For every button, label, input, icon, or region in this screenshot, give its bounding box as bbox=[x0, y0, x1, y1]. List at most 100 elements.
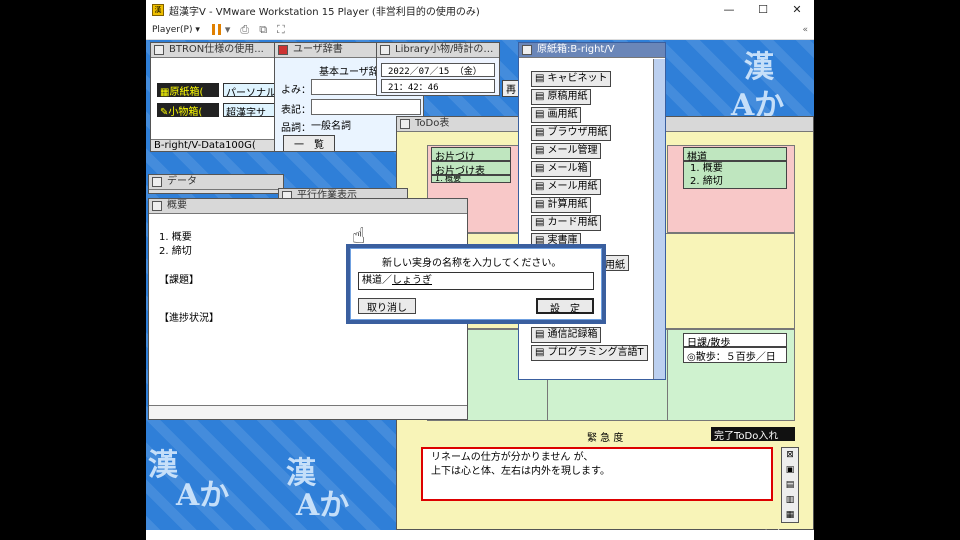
fullscreen-icon[interactable]: ⛶ bbox=[277, 23, 285, 37]
personal-button[interactable]: パーソナル bbox=[223, 83, 279, 97]
genshi-window-title[interactable]: 原紙箱:B-right/V bbox=[519, 43, 665, 58]
dictionary-heading: 基本ユーザ辞 bbox=[319, 67, 379, 78]
note-box[interactable]: リネームの仕方が分かりません が、 上下は心と体、左右は内外を現します。 bbox=[421, 447, 773, 501]
app-icon: 漢 bbox=[152, 4, 164, 16]
todo-icon bbox=[400, 119, 410, 129]
minimize-button[interactable]: — bbox=[712, 0, 746, 20]
clock-title[interactable]: Library小物/時計の… bbox=[377, 43, 499, 58]
genshi-item[interactable]: ▤ 原稿用紙 bbox=[531, 89, 592, 105]
chokanji-button[interactable]: 超漢字サ bbox=[223, 103, 279, 117]
btron-window[interactable]: BTRON仕様の使用... ▦原紙箱( ✎小物箱( パーソナル 超漢字サ B-r… bbox=[150, 42, 280, 152]
genshi-item-label: キャビネット bbox=[547, 73, 608, 84]
genshi-item-label: カード用紙 bbox=[547, 217, 598, 228]
genshi-item[interactable]: ▤ プログラミング言語T bbox=[531, 345, 648, 361]
pause-icon[interactable] bbox=[211, 24, 221, 35]
tool-icon[interactable]: ▣ bbox=[782, 463, 798, 478]
daily-item[interactable]: ◎散歩：５百歩／日 bbox=[683, 347, 787, 363]
hyouki-input[interactable] bbox=[311, 99, 421, 115]
daily-title[interactable]: 日課/散歩 bbox=[683, 333, 787, 349]
genshi-list: ▤ キャビネット ▤ 原稿用紙 ▤ 画用紙 ▤ ブラウザ用紙 ▤ メール管理 ▤ メール箱 ▤ メール用紙… bbox=[519, 59, 653, 379]
data-window-title[interactable]: データ bbox=[149, 175, 283, 190]
okatazuke-item: 1. 概要 bbox=[431, 175, 511, 183]
rename-dialog[interactable]: 新しい実身の名称を入力してください。 棋道／しょうぎ 取り消し 設 定 bbox=[346, 244, 606, 324]
ok-button[interactable]: 設 定 bbox=[536, 298, 594, 315]
tool-icon[interactable]: ▦ bbox=[782, 508, 798, 523]
genshi-item[interactable]: ▤ 通信記録箱 bbox=[531, 327, 602, 343]
tool-icon[interactable]: ▥ bbox=[782, 493, 798, 508]
drawing-paper-icon: ▤ bbox=[535, 109, 545, 120]
fit-window-icon[interactable]: ⧉ bbox=[259, 23, 267, 37]
genshi-item[interactable]: ▤ キャビネット bbox=[531, 71, 612, 87]
gaiyou-statusbar bbox=[149, 405, 467, 419]
genshi-box-item[interactable]: ▦原紙箱( bbox=[157, 83, 219, 98]
send-keys-icon[interactable]: ⎙ bbox=[240, 23, 249, 37]
programming-icon: ▤ bbox=[535, 347, 545, 358]
vmware-window: 漢 超漢字V - VMware Workstation 15 Player (非… bbox=[146, 0, 814, 540]
clock-readout: 21:42 bbox=[786, 530, 812, 540]
mail-paper-icon: ▤ bbox=[535, 181, 545, 192]
kidou-title[interactable]: 棋道 bbox=[683, 147, 787, 163]
genshi-item[interactable]: ▤ メール管理 bbox=[531, 143, 602, 159]
rename-input[interactable]: 棋道／しょうぎ bbox=[358, 272, 594, 290]
document-icon bbox=[152, 201, 162, 211]
genshi-item[interactable]: ▤ 計算用紙 bbox=[531, 197, 592, 213]
expand-arrow-icon[interactable]: « bbox=[802, 25, 808, 35]
maximize-button[interactable]: ☐ bbox=[746, 0, 780, 20]
okatazuke-box[interactable]: お片づけ bbox=[431, 147, 511, 163]
weekday: 金 bbox=[774, 530, 784, 540]
tool-icon[interactable]: ▤ bbox=[782, 478, 798, 493]
yomi-label: よみ： bbox=[281, 85, 311, 96]
gaiyou-line: 1. 概要 bbox=[159, 232, 192, 243]
genshi-item[interactable]: ▤ 画用紙 bbox=[531, 107, 582, 123]
genshi-item[interactable]: ▤ カード用紙 bbox=[531, 215, 602, 231]
date-field: 2022／07／15 （金） bbox=[381, 63, 495, 77]
genshi-item-label: ブラウザ用紙 bbox=[547, 127, 608, 138]
window-title: 超漢字V - VMware Workstation 15 Player (非営利… bbox=[169, 6, 480, 18]
grid-divider bbox=[667, 329, 668, 421]
window-icon bbox=[152, 177, 162, 187]
disk-label: B-right/V-Data100G( bbox=[151, 139, 279, 151]
genshi-item[interactable]: ▤ メール箱 bbox=[531, 161, 592, 177]
genshi-item-label: 通信記録箱 bbox=[547, 329, 598, 340]
section-heading: 【課題】 bbox=[159, 275, 199, 286]
ime-indicator[interactable]: Bあ bbox=[756, 530, 771, 540]
hinshi-label: 品詞： bbox=[281, 123, 311, 134]
list-button[interactable]: 一 覧 bbox=[283, 135, 335, 151]
genshi-item-label: メール箱 bbox=[547, 163, 588, 174]
gaiyou-line: 2. 締切 bbox=[159, 246, 192, 257]
gaiyou-window-title[interactable]: 概要 bbox=[149, 199, 467, 214]
rename-prompt: 新しい実身の名称を入力してください。 bbox=[382, 258, 562, 269]
genshi-scrollbar[interactable] bbox=[653, 59, 665, 379]
data-window[interactable]: データ bbox=[148, 174, 284, 194]
window-icon bbox=[154, 45, 164, 55]
time-field: 21：42：46 bbox=[381, 79, 495, 93]
close-button[interactable]: ✕ bbox=[780, 0, 814, 20]
card-paper-icon: ▤ bbox=[535, 217, 545, 228]
player-toolbar: Player(P) ▾ ▾ ⎙ ⧉ ⛶ « bbox=[146, 20, 814, 40]
watermark: 漢 bbox=[148, 448, 178, 483]
okatazuke-sub[interactable]: お片づけ表 bbox=[431, 161, 511, 177]
dropdown-icon[interactable]: ▾ bbox=[225, 23, 231, 36]
cancel-button[interactable]: 取り消し bbox=[358, 298, 416, 314]
done-todo-box[interactable]: 完了ToDo入れ bbox=[711, 427, 795, 442]
komono-box-item[interactable]: ✎小物箱( bbox=[157, 103, 219, 118]
kidou-list[interactable]: 1. 概要 2. 締切 bbox=[683, 161, 787, 189]
genshi-item-label: メール用紙 bbox=[547, 181, 598, 192]
genshi-item-label: メール管理 bbox=[547, 145, 598, 156]
genshi-item[interactable]: ▤ ブラウザ用紙 bbox=[531, 125, 612, 141]
cabinet-icon: ▤ bbox=[535, 73, 545, 84]
genshi-window[interactable]: 原紙箱:B-right/V ▤ キャビネット ▤ 原稿用紙 ▤ 画用紙 ▤ ブラウザ用紙 ▤ メー… bbox=[518, 42, 666, 380]
manuscript-icon: ▤ bbox=[535, 91, 545, 102]
close-icon[interactable]: ⊠ bbox=[782, 448, 798, 463]
genshi-item-label: 計算用紙 bbox=[547, 199, 588, 210]
genshi-item[interactable]: ▤ メール用紙 bbox=[531, 179, 602, 195]
clock-window[interactable]: Library小物/時計の… 2022／07／15 （金） 21：42：46 bbox=[376, 42, 500, 96]
window-titlebar: 漢 超漢字V - VMware Workstation 15 Player (非… bbox=[146, 0, 814, 20]
player-menu[interactable]: Player(P) ▾ bbox=[152, 25, 200, 35]
urgency-label: 緊 急 度 bbox=[587, 433, 624, 444]
gaiyou-list: 1. 概要 2. 締切 bbox=[159, 231, 192, 259]
btron-window-title[interactable]: BTRON仕様の使用... bbox=[151, 43, 279, 58]
box-icon bbox=[522, 45, 532, 55]
kidou-item: 1. 概要 bbox=[690, 163, 723, 174]
mailbox-icon: ▤ bbox=[535, 163, 545, 174]
